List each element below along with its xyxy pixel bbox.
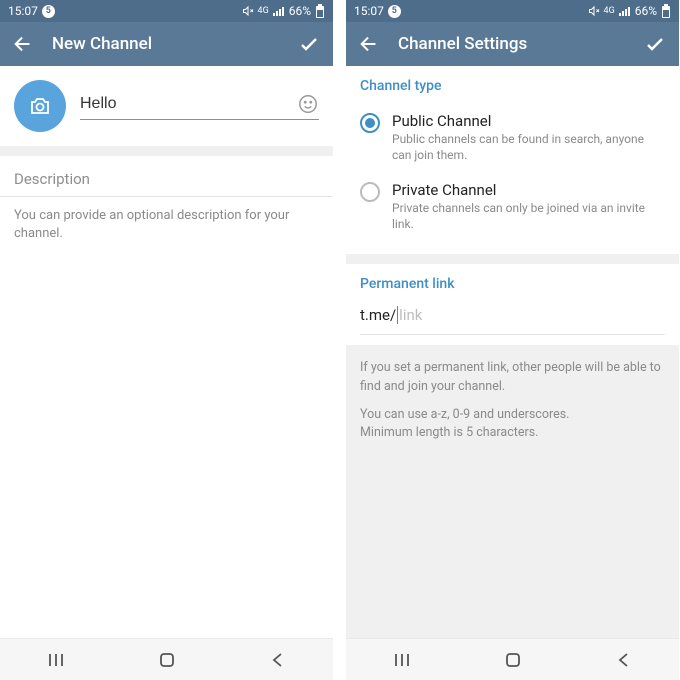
back-button[interactable]: [268, 650, 288, 670]
confirm-icon[interactable]: [297, 32, 321, 56]
mute-icon: [242, 5, 254, 17]
channel-type-title: Channel type: [360, 78, 665, 94]
recents-button[interactable]: [46, 651, 66, 669]
private-channel-desc: Private channels can only be joined via …: [392, 201, 665, 232]
battery-icon: [661, 4, 671, 18]
back-icon[interactable]: [12, 33, 34, 55]
system-nav-bar: [346, 638, 679, 680]
network-icon: 4G: [258, 6, 269, 16]
back-button[interactable]: [614, 650, 634, 670]
back-icon[interactable]: [358, 33, 380, 55]
app-bar: New Channel: [0, 22, 333, 66]
status-time: 15:07: [8, 4, 38, 18]
text-cursor: [397, 306, 398, 324]
link-info-text: If you set a permanent link, other peopl…: [346, 345, 679, 456]
camera-icon: [28, 94, 52, 118]
channel-type-section: Channel type Public Channel Public chann…: [346, 66, 679, 254]
permanent-link-input[interactable]: t.me/ link: [360, 304, 665, 335]
link-placeholder: link: [399, 306, 422, 324]
battery-text: 66%: [635, 4, 657, 18]
description-hint: You can provide an optional description …: [0, 197, 333, 253]
home-button[interactable]: [157, 650, 177, 670]
page-title: Channel Settings: [398, 34, 625, 54]
status-notification-badge: 5: [388, 5, 401, 18]
page-title: New Channel: [52, 34, 279, 54]
emoji-icon[interactable]: [297, 93, 319, 115]
confirm-icon[interactable]: [643, 32, 667, 56]
new-channel-screen: 15:07 5 4G 66% New Channel: [0, 0, 333, 680]
public-channel-label: Public Channel: [392, 112, 665, 130]
status-notification-badge: 5: [42, 5, 55, 18]
recents-button[interactable]: [392, 651, 412, 669]
status-time: 15:07: [354, 4, 384, 18]
public-channel-option[interactable]: Public Channel Public channels can be fo…: [360, 106, 665, 175]
network-icon: 4G: [604, 6, 615, 16]
content-area: Channel type Public Channel Public chann…: [346, 66, 679, 638]
channel-settings-screen: 15:07 5 4G 66% Channel Settings Cha: [346, 0, 679, 680]
public-channel-desc: Public channels can be found in search, …: [392, 132, 665, 163]
permanent-link-section: Permanent link t.me/ link: [346, 264, 679, 345]
link-prefix: t.me/: [360, 306, 396, 324]
signal-icon: [619, 6, 631, 16]
system-nav-bar: [0, 638, 333, 680]
app-bar: Channel Settings: [346, 22, 679, 66]
mute-icon: [588, 5, 600, 17]
permanent-link-title: Permanent link: [360, 276, 665, 292]
content-area: Description You can provide an optional …: [0, 66, 333, 638]
channel-name-input[interactable]: [80, 95, 297, 113]
radio-selected-icon: [360, 113, 380, 133]
private-channel-label: Private Channel: [392, 181, 665, 199]
battery-icon: [315, 4, 325, 18]
signal-icon: [273, 6, 285, 16]
battery-text: 66%: [289, 4, 311, 18]
private-channel-option[interactable]: Private Channel Private channels can onl…: [360, 175, 665, 244]
status-bar: 15:07 5 4G 66%: [0, 0, 333, 22]
status-bar: 15:07 5 4G 66%: [346, 0, 679, 22]
radio-unselected-icon: [360, 182, 380, 202]
description-label[interactable]: Description: [0, 156, 333, 197]
home-button[interactable]: [503, 650, 523, 670]
channel-photo-button[interactable]: [14, 80, 66, 132]
